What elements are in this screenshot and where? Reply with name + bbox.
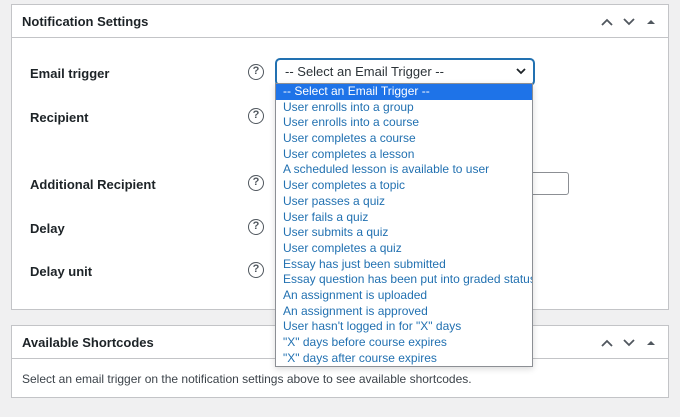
email-trigger-option[interactable]: User enrolls into a course	[276, 115, 532, 131]
email-trigger-select-value: -- Select an Email Trigger --	[285, 64, 444, 79]
email-trigger-option[interactable]: An assignment is uploaded	[276, 288, 532, 304]
email-trigger-option[interactable]: -- Select an Email Trigger --	[276, 84, 532, 100]
move-down-button[interactable]	[618, 326, 640, 359]
recipient-label: Recipient	[30, 110, 89, 125]
email-trigger-option[interactable]: An assignment is approved	[276, 304, 532, 320]
email-trigger-dropdown[interactable]: -- Select an Email Trigger -- User enroll…	[275, 83, 533, 367]
help-icon[interactable]: ?	[248, 64, 264, 80]
email-trigger-select[interactable]: -- Select an Email Trigger --	[276, 59, 534, 85]
email-trigger-option[interactable]: User completes a course	[276, 131, 532, 147]
email-trigger-option[interactable]: "X" days before course expires	[276, 335, 532, 351]
email-trigger-option[interactable]: User fails a quiz	[276, 210, 532, 226]
email-trigger-option[interactable]: User completes a topic	[276, 178, 532, 194]
help-icon[interactable]: ?	[248, 108, 264, 124]
triangle-up-icon	[647, 340, 655, 345]
email-trigger-option[interactable]: User passes a quiz	[276, 194, 532, 210]
triangle-up-icon	[647, 19, 655, 24]
chevron-down-icon	[623, 17, 635, 25]
help-icon[interactable]: ?	[248, 219, 264, 235]
email-trigger-option[interactable]: "X" days after course expires	[276, 351, 532, 367]
email-trigger-option[interactable]: User enrolls into a group	[276, 100, 532, 116]
email-trigger-label: Email trigger	[30, 66, 110, 81]
delay-label: Delay	[30, 221, 65, 236]
help-icon[interactable]: ?	[248, 175, 264, 191]
email-trigger-option[interactable]: A scheduled lesson is available to user	[276, 162, 532, 178]
email-trigger-option[interactable]: Essay question has been put into graded …	[276, 272, 532, 288]
move-up-button[interactable]	[596, 326, 618, 359]
chevron-up-icon	[601, 339, 613, 347]
additional-recipient-label: Additional Recipient	[30, 177, 156, 192]
toggle-panel-button[interactable]	[640, 326, 662, 359]
available-shortcodes-title: Available Shortcodes	[22, 335, 154, 350]
toggle-panel-button[interactable]	[640, 5, 662, 38]
help-icon[interactable]: ?	[248, 262, 264, 278]
move-down-button[interactable]	[618, 5, 640, 38]
shortcodes-description: Select an email trigger on the notificat…	[22, 372, 472, 386]
notification-settings-title: Notification Settings	[22, 14, 149, 29]
notification-settings-header: Notification Settings	[12, 5, 668, 38]
notification-settings-controls	[596, 5, 662, 38]
move-up-button[interactable]	[596, 5, 618, 38]
available-shortcodes-controls	[596, 326, 662, 359]
email-trigger-option[interactable]: User completes a lesson	[276, 147, 532, 163]
delay-unit-label: Delay unit	[30, 264, 93, 279]
email-trigger-option[interactable]: User hasn't logged in for "X" days	[276, 319, 532, 335]
email-trigger-option[interactable]: User completes a quiz	[276, 241, 532, 257]
chevron-up-icon	[601, 18, 613, 26]
email-trigger-option[interactable]: User submits a quiz	[276, 225, 532, 241]
chevron-down-icon	[516, 68, 526, 75]
chevron-down-icon	[623, 338, 635, 346]
email-trigger-option[interactable]: Essay has just been submitted	[276, 257, 532, 273]
